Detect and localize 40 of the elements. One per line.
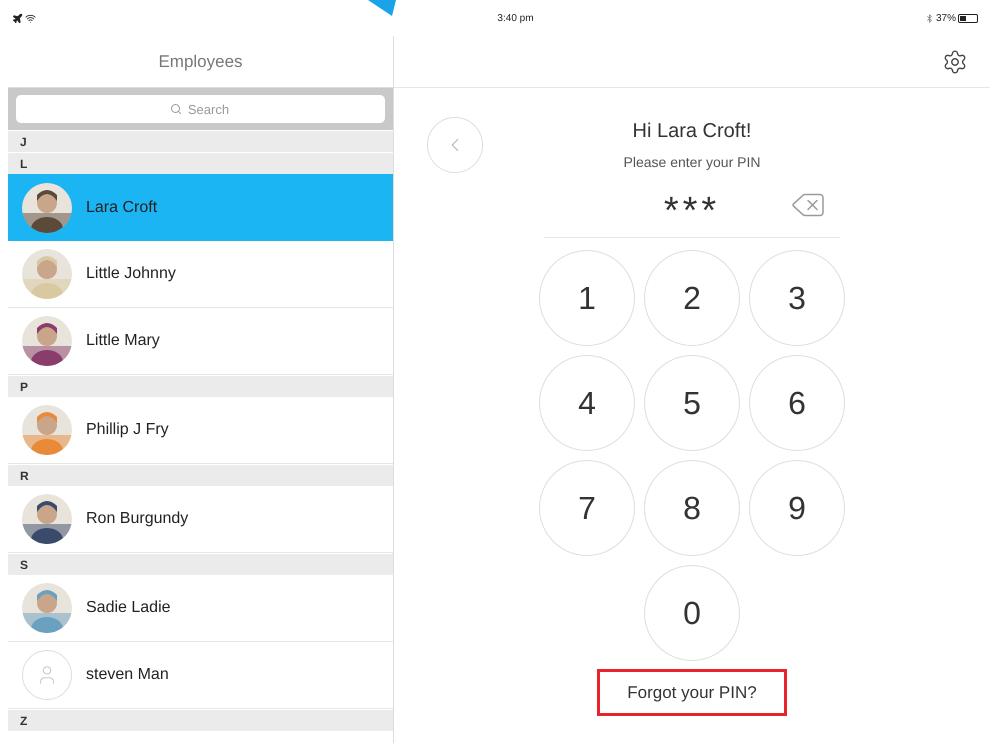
battery-percent: 37% xyxy=(936,12,956,26)
wifi-icon xyxy=(25,12,36,24)
keypad-key[interactable]: 3 xyxy=(749,250,845,346)
keypad-key[interactable]: 6 xyxy=(749,355,845,451)
keypad-key[interactable]: 5 xyxy=(644,355,740,451)
keypad-key[interactable]: 7 xyxy=(539,460,635,556)
forgot-pin-link[interactable]: Forgot your PIN? xyxy=(627,680,757,706)
pin-prompt: Please enter your PIN xyxy=(624,153,760,172)
annotation-arrow xyxy=(368,0,396,16)
employee-row[interactable]: Lara Croft xyxy=(8,174,393,241)
section-header: Z xyxy=(8,710,393,731)
keypad-key[interactable]: 8 xyxy=(644,460,740,556)
employee-name: steven Man xyxy=(86,665,169,685)
employee-name: Little Mary xyxy=(86,331,160,351)
employee-name: Ron Burgundy xyxy=(86,509,188,529)
search-field[interactable]: Search xyxy=(16,95,385,123)
search-icon xyxy=(170,103,182,115)
battery-icon xyxy=(958,14,978,22)
greeting: Hi Lara Croft! xyxy=(632,119,752,144)
employee-name: Sadie Ladie xyxy=(86,598,171,618)
status-time: 3:40 pm xyxy=(497,12,534,26)
section-header: L xyxy=(8,153,393,174)
employee-name: Phillip J Fry xyxy=(86,420,169,440)
keypad-key[interactable]: 9 xyxy=(749,460,845,556)
bluetooth-icon xyxy=(924,14,934,22)
keypad-key[interactable]: 1 xyxy=(539,250,635,346)
section-header: J xyxy=(8,131,393,152)
sidebar-title: Employees xyxy=(158,50,243,73)
section-header: R xyxy=(8,465,393,486)
avatar-placeholder-icon xyxy=(22,650,72,700)
employee-name: Little Johnny xyxy=(86,264,176,284)
keypad-key[interactable]: 2 xyxy=(644,250,740,346)
airplane-icon xyxy=(12,12,23,24)
section-header: S xyxy=(8,554,393,575)
keypad-key[interactable]: 0 xyxy=(644,565,740,661)
settings-icon[interactable] xyxy=(942,48,968,74)
keypad-key[interactable]: 4 xyxy=(539,355,635,451)
pin-display: *** xyxy=(664,188,720,234)
section-header: P xyxy=(8,376,393,397)
employee-name: Lara Croft xyxy=(86,198,158,218)
